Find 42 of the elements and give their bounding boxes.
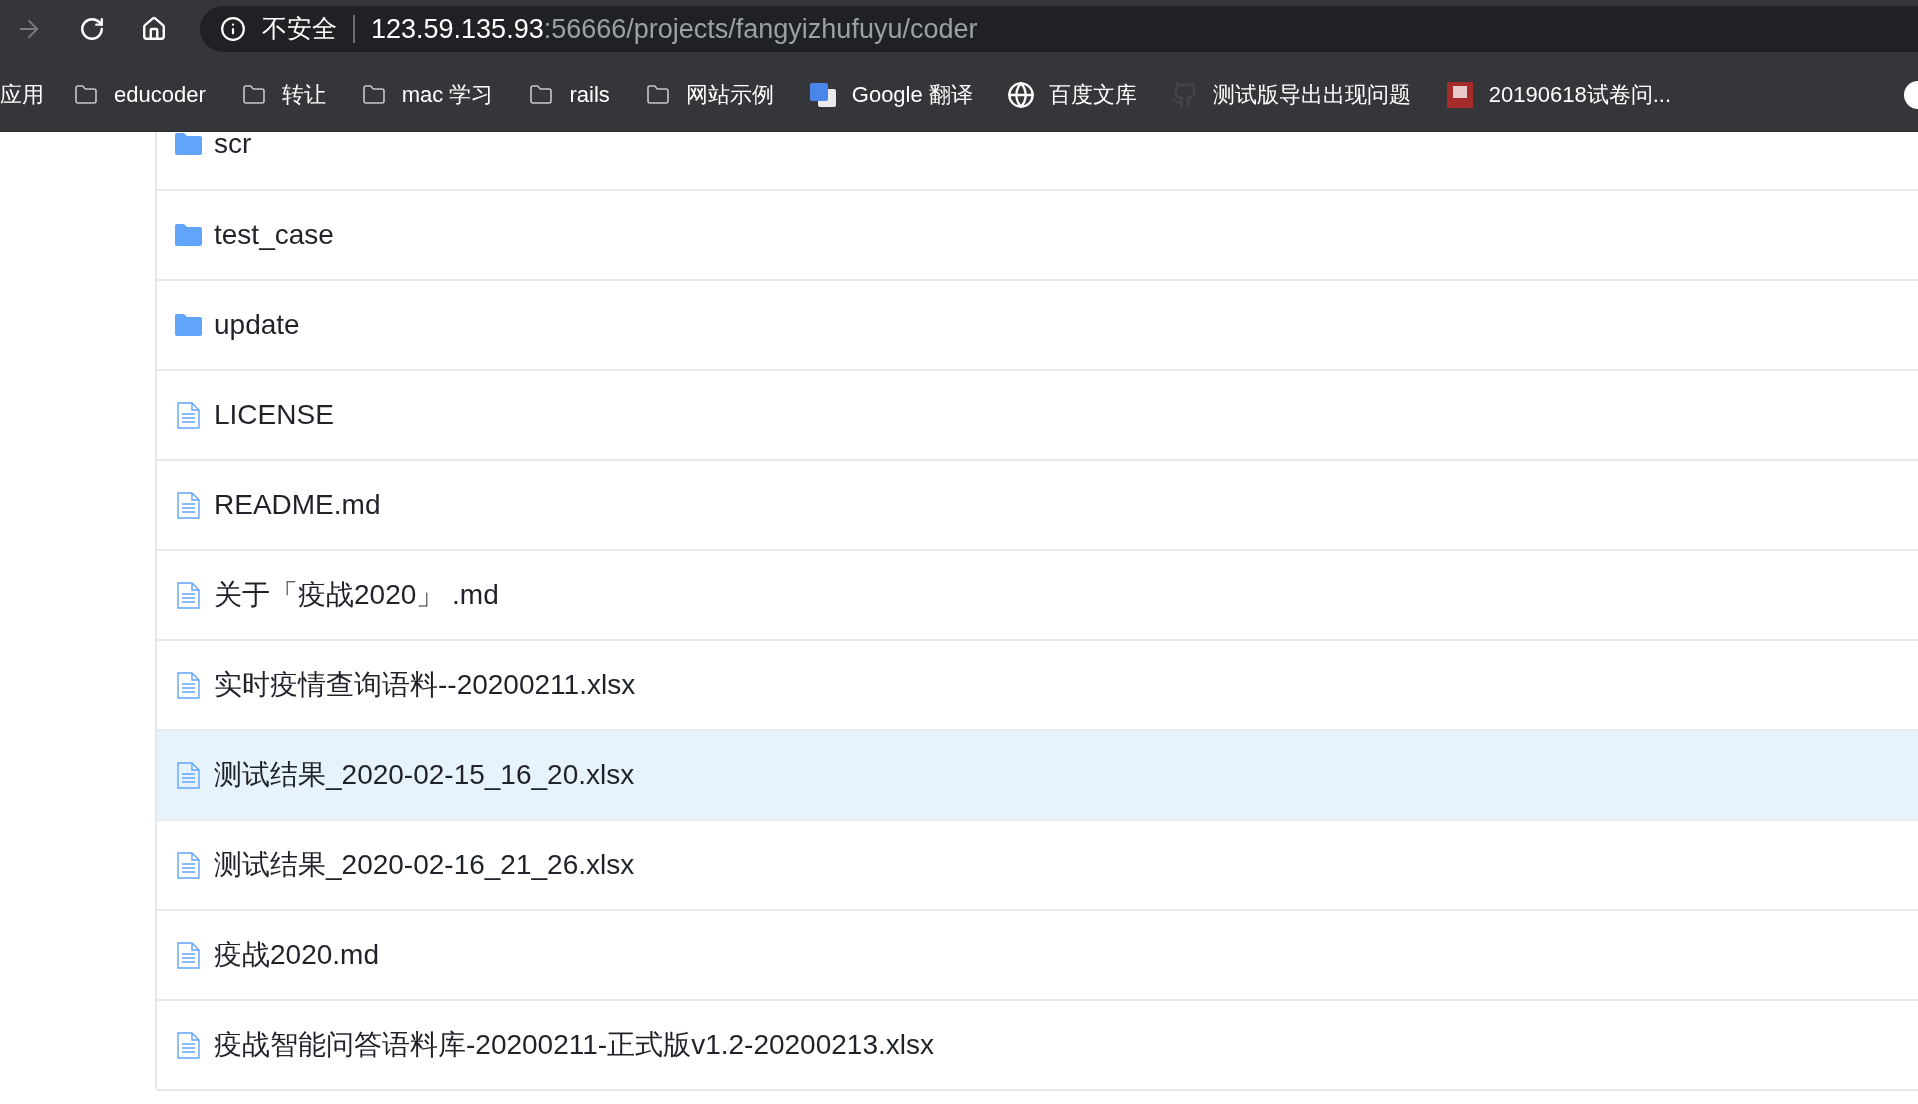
bookmark-item[interactable]: 转让 (239, 78, 326, 111)
security-label: 不安全 (262, 13, 337, 45)
bookmark-item[interactable]: mac 学习 (359, 78, 494, 111)
file-name[interactable]: 实时疫情查询语料--20200211.xlsx (214, 664, 636, 706)
file-icon (177, 401, 200, 429)
bookmark-item[interactable]: 20190618试卷问... (1444, 78, 1672, 111)
file-icon (177, 581, 200, 609)
translate-icon (807, 80, 838, 109)
file-name[interactable]: update (214, 304, 300, 346)
file-icon (177, 761, 200, 789)
bookmark-item[interactable]: Google 翻译 (807, 78, 973, 111)
folder-icon (175, 223, 202, 247)
address-bar[interactable]: 不安全 123.59.135.93:56666/projects/fangyizhufuyu/coder (200, 6, 1918, 52)
image-icon (1444, 79, 1475, 110)
file-row[interactable]: 测试结果_2020-02-15_16_20.xlsx (157, 729, 1918, 819)
bookmark-item[interactable]: 测试版导出出现问题 (1170, 78, 1411, 111)
file-name[interactable]: README.md (214, 484, 381, 526)
file-name[interactable]: 关于「疫战2020」 .md (214, 574, 499, 616)
bookmark-item[interactable]: 网站示例 (643, 78, 774, 111)
file-name[interactable]: 测试结果_2020-02-15_16_20.xlsx (214, 754, 635, 796)
file-row[interactable]: 疫战智能问答语料库-20200211-正式版v1.2-20200213.xlsx (157, 999, 1918, 1089)
folder-icon (175, 132, 202, 156)
file-icon (177, 941, 200, 969)
file-name[interactable]: 疫战智能问答语料库-20200211-正式版v1.2-20200213.xlsx (214, 1024, 934, 1066)
file-name[interactable]: 疫战2020.md (214, 934, 379, 976)
file-icon (177, 1031, 200, 1059)
file-name[interactable]: scr (214, 132, 252, 165)
file-icon (177, 671, 200, 699)
bookmark-item[interactable]: educoder (72, 78, 206, 111)
info-icon (220, 16, 246, 42)
bookmark-item[interactable]: rails (527, 78, 610, 111)
globe-icon (1006, 80, 1035, 109)
folder-icon (72, 82, 100, 107)
file-name[interactable]: test_case (214, 214, 334, 256)
file-icon (177, 491, 200, 519)
url-text: 123.59.135.93:56666/projects/fangyizhufuyu/coder (371, 12, 978, 46)
bookmark-item[interactable]: 百度文库 (1006, 78, 1137, 111)
file-name[interactable]: LICENSE (214, 394, 334, 436)
file-icon (177, 851, 200, 879)
folder-icon (175, 313, 202, 337)
bookmark-item[interactable]: 应用 (0, 78, 44, 111)
file-name[interactable]: 测试结果_2020-02-16_21_26.xlsx (214, 844, 635, 886)
